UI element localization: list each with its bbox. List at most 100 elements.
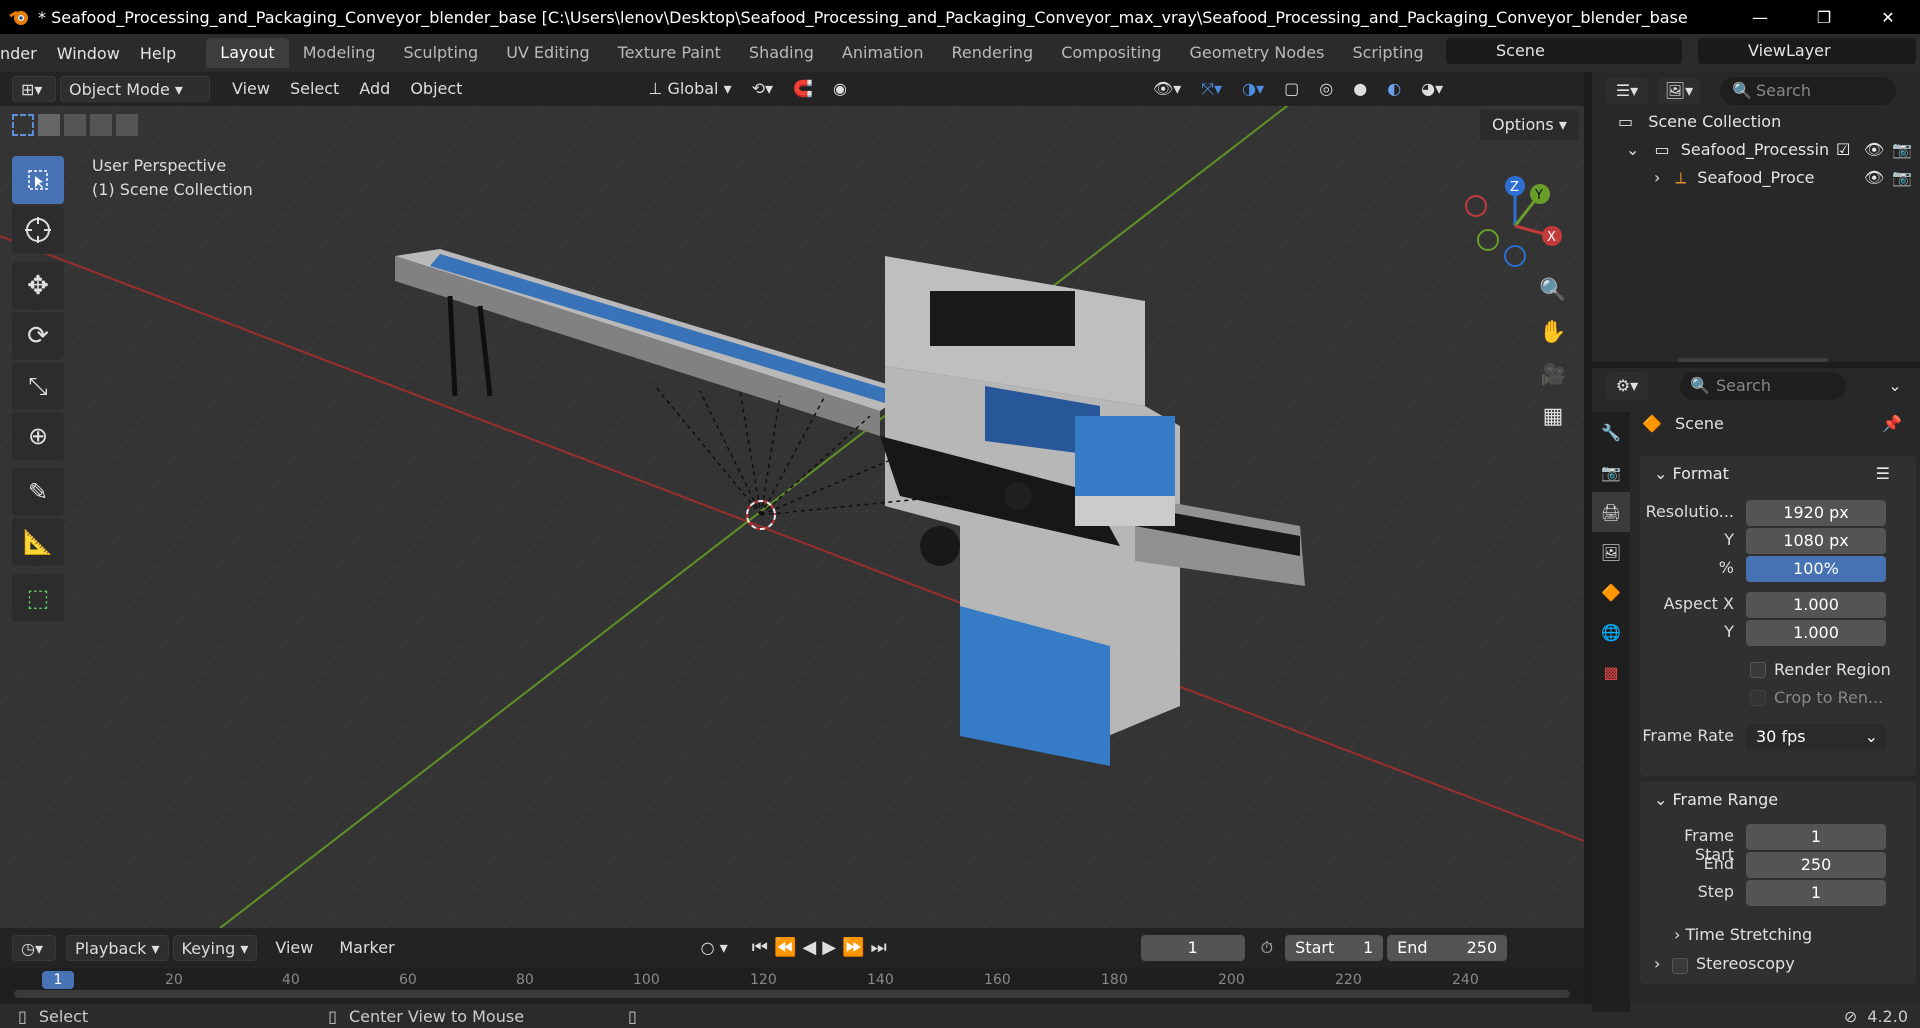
options-button[interactable]: Options ▾	[1480, 110, 1579, 140]
view-layer-selector[interactable]: ViewLayer	[1698, 38, 1916, 64]
stereoscopy-panel[interactable]: › Stereoscopy	[1640, 948, 1916, 984]
output-tab-icon[interactable]: 🖨	[1592, 492, 1630, 532]
visibility-eye-icon[interactable]: 👁	[1864, 164, 1884, 192]
menu-window[interactable]: Window	[47, 44, 130, 63]
render-region-checkbox[interactable]	[1750, 662, 1766, 678]
collapse-chevron-icon[interactable]: ›	[1654, 168, 1660, 187]
frame-step-field[interactable]: 1	[1746, 880, 1886, 906]
frame-end-field[interactable]: 250	[1746, 852, 1886, 878]
autokey-icon[interactable]: ○ ▾	[693, 935, 736, 961]
transform-orientation[interactable]: ⊥ Global ▾	[640, 76, 739, 102]
timeline-area[interactable]: 20 40 60 80 100 120 140 160 180 200 220 240 1	[0, 968, 1584, 1004]
transform-tool-icon[interactable]: ⊕	[12, 412, 64, 460]
shading-solid-icon[interactable]: ●	[1345, 76, 1375, 102]
tab-scripting[interactable]: Scripting	[1338, 38, 1437, 68]
view-layer-tab-icon[interactable]: 🖼	[1592, 532, 1630, 572]
select-invert-icon[interactable]	[90, 114, 112, 136]
render-camera-icon[interactable]: 📷	[1892, 164, 1912, 192]
snap-icon[interactable]: 🧲	[785, 76, 821, 102]
gizmo-toggle-icon[interactable]: ⤧▾	[1193, 76, 1230, 102]
playback-controls[interactable]: ⏮⏪◀▶⏩⏭	[744, 935, 901, 961]
display-mode-icon[interactable]: 🖼▾	[1658, 78, 1700, 104]
resolution-y-field[interactable]: 1080 px	[1746, 528, 1886, 554]
end-frame-field[interactable]: End 250	[1387, 935, 1508, 961]
menu-view[interactable]: View	[224, 76, 278, 102]
move-tool-icon[interactable]: ✥	[12, 262, 64, 310]
properties-editor-type-icon[interactable]: ⚙▾	[1606, 372, 1648, 400]
render-tab-icon[interactable]: 📷	[1592, 452, 1630, 492]
cursor-tool-icon[interactable]	[12, 206, 64, 254]
3d-viewport[interactable]: ✥ ⟳ ⤡ ⊕ ✎ 📐 ⬚ User Perspective (1) Scene…	[0, 106, 1584, 928]
annotate-tool-icon[interactable]: ✎	[12, 468, 64, 516]
menu-marker[interactable]: Marker	[331, 935, 402, 961]
outliner-item-collection[interactable]: ⌄ ▭ Seafood_Processin ☑ 👁 📷	[1592, 136, 1920, 164]
menu-help[interactable]: Help	[130, 44, 186, 63]
measure-tool-icon[interactable]: 📐	[12, 518, 64, 566]
overlay-toggle-icon[interactable]: ◑▾	[1234, 76, 1272, 102]
shading-wireframe-icon[interactable]: ◎	[1311, 76, 1341, 102]
exclude-checkbox-icon[interactable]: ☑	[1836, 136, 1850, 164]
tab-uv-editing[interactable]: UV Editing	[492, 38, 603, 68]
expand-chevron-icon[interactable]: ⌄	[1626, 140, 1639, 159]
properties-options-icon[interactable]: ⌄	[1878, 372, 1912, 400]
pan-hand-icon[interactable]: ✋	[1533, 312, 1573, 352]
tab-sculpting[interactable]: Sculpting	[389, 38, 492, 68]
add-cube-tool-icon[interactable]: ⬚	[12, 574, 64, 622]
menu-add[interactable]: Add	[351, 76, 398, 102]
frame-start-field[interactable]: 1	[1746, 824, 1886, 850]
tab-texture-paint[interactable]: Texture Paint	[604, 38, 735, 68]
playhead[interactable]: 1	[42, 971, 74, 989]
tool-settings-tab-icon[interactable]: 🔧	[1592, 412, 1630, 452]
select-tool-icon[interactable]	[12, 156, 64, 204]
xray-icon[interactable]: ▢	[1276, 76, 1307, 102]
zoom-icon[interactable]: 🔍	[1533, 270, 1573, 310]
visibility-eye-icon[interactable]: 👁	[1864, 136, 1884, 164]
visibility-icon[interactable]: 👁▾	[1145, 76, 1189, 102]
outliner-editor-type-icon[interactable]: ☰▾	[1606, 78, 1648, 104]
select-intersect-icon[interactable]	[116, 114, 138, 136]
menu-render[interactable]: nder	[0, 44, 47, 63]
frame-rate-dropdown[interactable]: 30 fps ⌄	[1746, 724, 1886, 750]
navigation-gizmo[interactable]: Z Y X	[1460, 166, 1580, 286]
presets-list-icon[interactable]: ☰	[1876, 456, 1890, 492]
outliner-item-empty[interactable]: › ⟂ Seafood_Proce 👁 📷	[1592, 164, 1920, 192]
menu-timeline-view[interactable]: View	[267, 935, 321, 961]
tab-compositing[interactable]: Compositing	[1047, 38, 1175, 68]
crop-checkbox[interactable]	[1750, 690, 1766, 706]
pivot-icon[interactable]: ⟲▾	[744, 76, 781, 102]
shading-material-icon[interactable]: ◐	[1379, 76, 1409, 102]
tab-modeling[interactable]: Modeling	[289, 38, 390, 68]
minimize-button[interactable]: —	[1728, 0, 1792, 34]
tab-shading[interactable]: Shading	[735, 38, 828, 68]
outliner-scrollbar[interactable]	[1678, 358, 1828, 362]
stopwatch-icon[interactable]: ⏱	[1253, 935, 1281, 961]
world-tab-icon[interactable]: 🌐	[1592, 612, 1630, 652]
select-box-icon[interactable]	[12, 114, 34, 136]
timeline-scrollbar[interactable]	[14, 990, 1570, 998]
texture-tab-icon[interactable]: ▩	[1592, 652, 1630, 692]
menu-object[interactable]: Object	[402, 76, 470, 102]
close-button[interactable]: ✕	[1856, 0, 1920, 34]
timeline-editor-type-icon[interactable]: ◷▾	[12, 935, 56, 961]
rotate-tool-icon[interactable]: ⟳	[12, 312, 64, 360]
frame-range-header[interactable]: ⌄ Frame Range	[1640, 782, 1916, 818]
aspect-x-field[interactable]: 1.000	[1746, 592, 1886, 618]
tab-layout[interactable]: Layout	[206, 38, 289, 68]
maximize-button[interactable]: ❐	[1792, 0, 1856, 34]
time-stretching-subpanel[interactable]: › Time Stretching	[1674, 922, 1812, 948]
mode-selector[interactable]: Object Mode ▾	[60, 76, 210, 102]
scene-tab-icon[interactable]: 🔶	[1592, 572, 1630, 612]
ortho-grid-icon[interactable]: ▦	[1533, 396, 1573, 436]
select-extend-icon[interactable]	[38, 114, 60, 136]
pin-icon[interactable]: 📌	[1882, 414, 1902, 433]
select-subtract-icon[interactable]	[64, 114, 86, 136]
editor-type-icon[interactable]: ⊞▾	[12, 76, 56, 102]
shading-rendered-icon[interactable]: ◕▾	[1413, 76, 1451, 102]
resolution-x-field[interactable]: 1920 px	[1746, 500, 1886, 526]
menu-playback[interactable]: Playback ▾	[66, 935, 169, 961]
outliner-scene-collection[interactable]: ▭ Scene Collection	[1592, 108, 1920, 136]
tab-rendering[interactable]: Rendering	[937, 38, 1047, 68]
menu-keying[interactable]: Keying ▾	[172, 935, 258, 961]
format-panel-header[interactable]: ⌄ Format ☰	[1640, 456, 1916, 492]
camera-view-icon[interactable]: 🎥	[1533, 354, 1573, 394]
